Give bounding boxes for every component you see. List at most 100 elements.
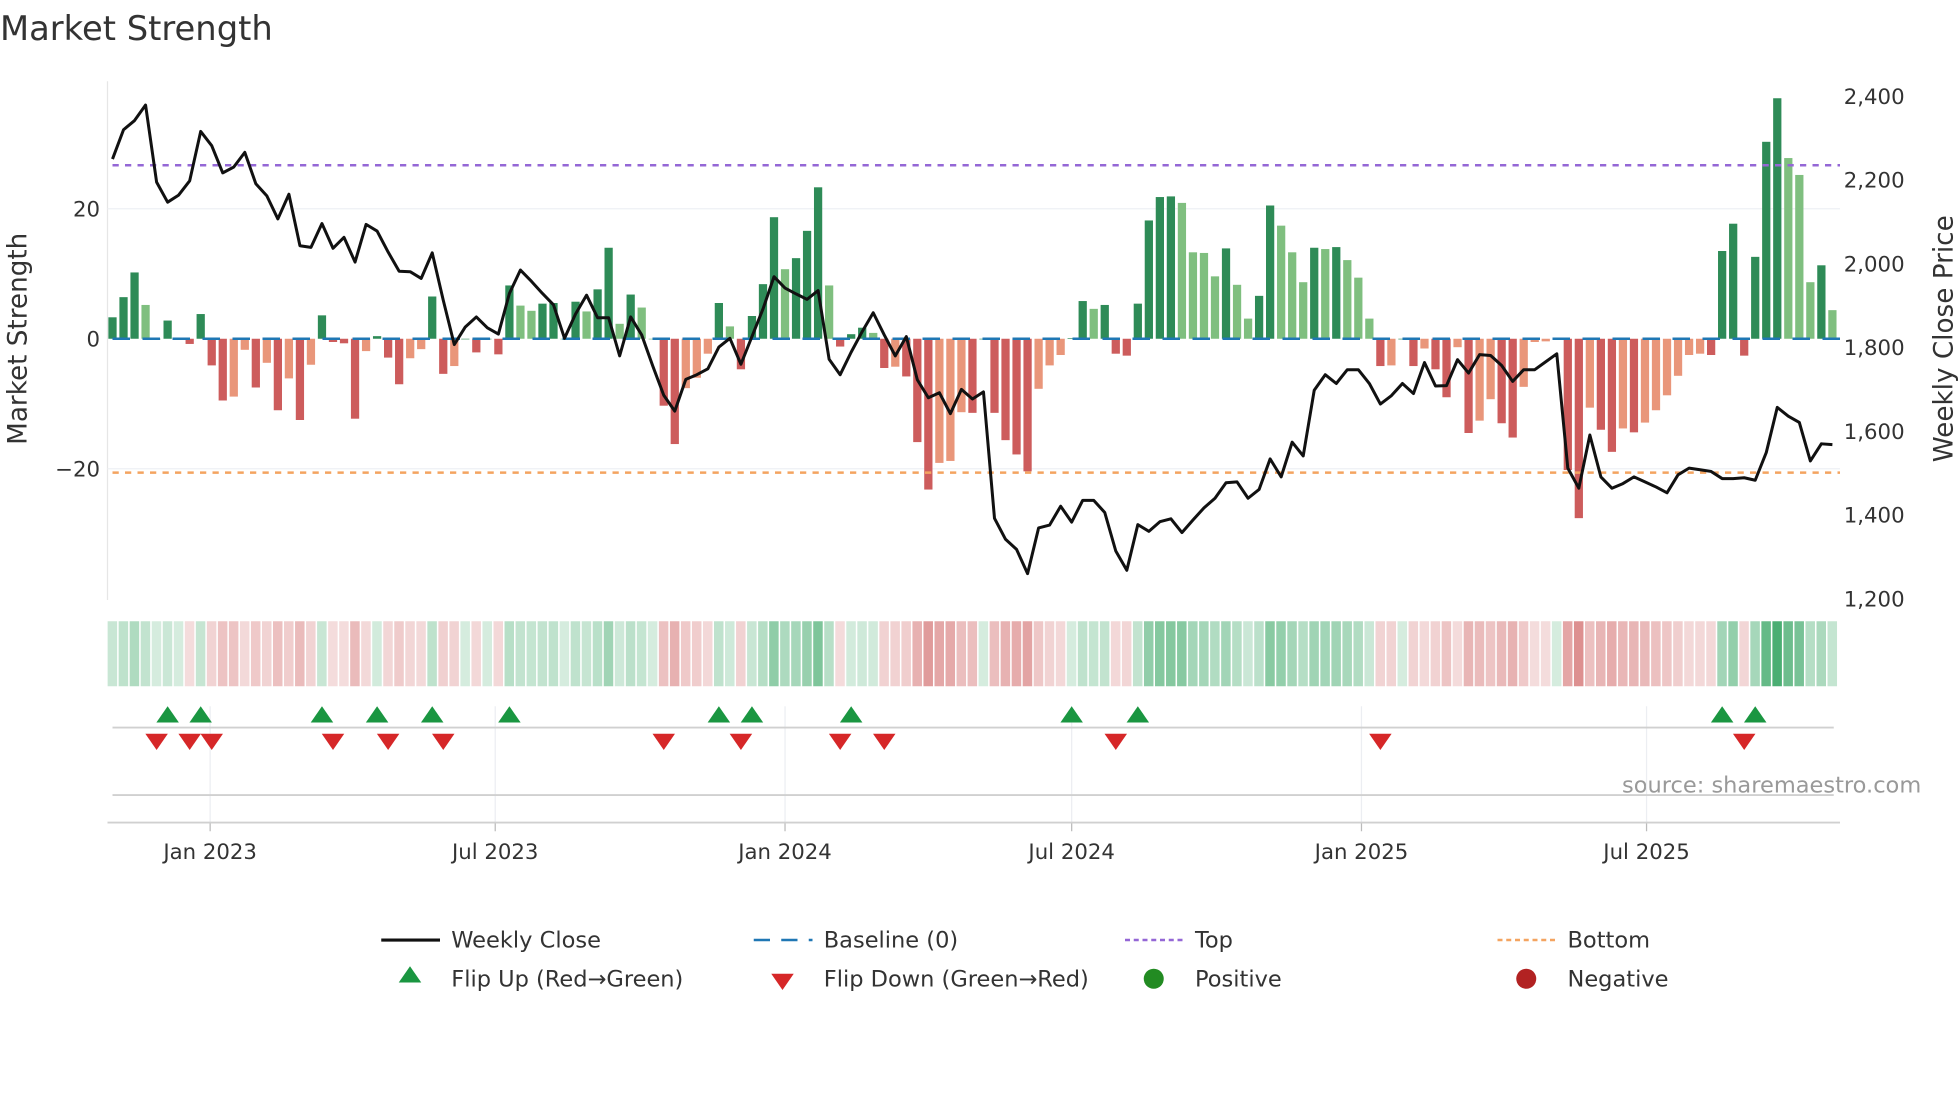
legend-item-close: Weekly Close [381, 928, 601, 954]
legend-label: Positive [1195, 966, 1282, 992]
strength-strip-cell [118, 621, 129, 687]
strength-strip-cell [438, 621, 448, 687]
strength-strip-cell [140, 621, 151, 687]
strength-strip-cell [471, 621, 481, 687]
strength-strip-cell [1496, 621, 1507, 687]
strength-strip-cell [195, 621, 206, 687]
flip-up-marker [740, 706, 764, 723]
strength-bar [1409, 338, 1418, 367]
strength-bar [1354, 277, 1363, 339]
strength-bar [1464, 338, 1473, 433]
flip-up-marker [1060, 706, 1083, 723]
strength-bar [1729, 223, 1738, 339]
strength-bar [1387, 338, 1396, 366]
x-tick-label: Jan 2024 [736, 840, 832, 865]
strength-bar [1596, 338, 1605, 430]
strength-strip-cell [1430, 621, 1441, 687]
y2-tick-label: 1,800 [1844, 336, 1905, 361]
strength-bar [913, 338, 922, 443]
strength-strip-cell [1298, 621, 1308, 687]
strength-bar [1662, 338, 1672, 396]
flip-up-marker [1710, 706, 1734, 723]
strength-strip-cell [350, 621, 360, 687]
strength-bar [1795, 174, 1804, 339]
strength-strip-cell [1607, 621, 1617, 687]
strength-strip-cell [295, 621, 305, 687]
strength-strip-cell [1044, 621, 1055, 687]
legend-label: Weekly Close [451, 928, 601, 954]
strength-strip-cell [1596, 621, 1606, 687]
strength-bar [1376, 338, 1385, 367]
strength-bar [703, 338, 712, 354]
strength-strip-cell [184, 621, 195, 687]
strength-strip-cell [1132, 621, 1143, 687]
legend-item-up: Flip Up (Red→Green) [398, 966, 683, 992]
strength-strip-cell [989, 621, 1000, 687]
strength-strip-cell [449, 621, 459, 687]
strength-bar [1640, 338, 1650, 423]
flip-down-marker [828, 733, 852, 750]
strength-strip-cell [228, 621, 239, 687]
strength-strip-cell [1827, 621, 1838, 687]
strength-strip-cell [1408, 621, 1419, 687]
strength-strip-cell [1772, 621, 1782, 687]
x-tick-label: Jul 2024 [1026, 840, 1114, 865]
strength-bar [1828, 310, 1837, 339]
x-tick-label: Jul 2023 [450, 840, 538, 865]
strength-strip-cell [1397, 621, 1408, 687]
flip-up-marker [420, 706, 444, 723]
strength-bar [946, 338, 955, 461]
strength-strip-cell [945, 621, 956, 687]
strength-strip-cell [1088, 621, 1099, 687]
strength-strip-cell [151, 621, 162, 687]
strength-bar [968, 338, 977, 413]
flip-up-marker [156, 706, 179, 723]
legend-item-neg: Negative [1516, 966, 1668, 992]
strength-strip-cell [317, 621, 327, 687]
strength-strip-cell [416, 621, 426, 687]
strength-bar [372, 336, 382, 339]
strength-strip-cell [1199, 621, 1209, 687]
strength-bar [472, 338, 481, 353]
strength-strip-cell [658, 621, 669, 687]
flip-up-marker [1126, 706, 1150, 723]
strength-strip-cell [239, 621, 250, 687]
strength-strip-cell [890, 621, 900, 687]
legend-item-top: Top [1125, 928, 1233, 954]
strength-strip-cell [1419, 621, 1430, 687]
strength-strip-cell [394, 621, 404, 687]
flip-down-marker [376, 733, 400, 750]
strength-strip-cell [1618, 621, 1628, 687]
strength-strip-cell [1805, 621, 1815, 687]
flip-down-marker [652, 733, 675, 750]
strength-strip-cell [1728, 621, 1738, 687]
strength-bar [395, 338, 404, 385]
y2-tick-label: 1,600 [1844, 420, 1905, 445]
strength-strip-cell [581, 621, 592, 687]
strength-bar [1045, 338, 1054, 366]
strength-strip-cell [1166, 621, 1176, 687]
flip-down-marker [200, 733, 223, 750]
strength-strip-cell [206, 621, 217, 687]
strength-strip-cell [691, 621, 702, 687]
strength-bar [1321, 249, 1330, 339]
strength-bar [1089, 308, 1098, 339]
flip-up-marker [310, 706, 334, 723]
strength-bar [1740, 338, 1749, 356]
strength-bar [1718, 251, 1727, 339]
flip-down-marker [432, 733, 455, 750]
strength-bar [163, 320, 172, 339]
strength-bar [1332, 247, 1341, 339]
strength-bar [615, 323, 624, 339]
strength-bar [670, 338, 679, 445]
strength-strip-cell [1077, 621, 1088, 687]
strength-bar [1232, 284, 1242, 339]
flip-down-marker [1732, 733, 1756, 750]
strength-strip-cell [725, 621, 735, 687]
strength-strip-cell [791, 621, 801, 687]
strength-bar [1144, 220, 1153, 339]
flip-up-marker [707, 706, 731, 723]
flip-down-marker [1369, 733, 1392, 750]
strength-strip-cell [1320, 621, 1330, 687]
strength-strip-cell [625, 621, 636, 687]
